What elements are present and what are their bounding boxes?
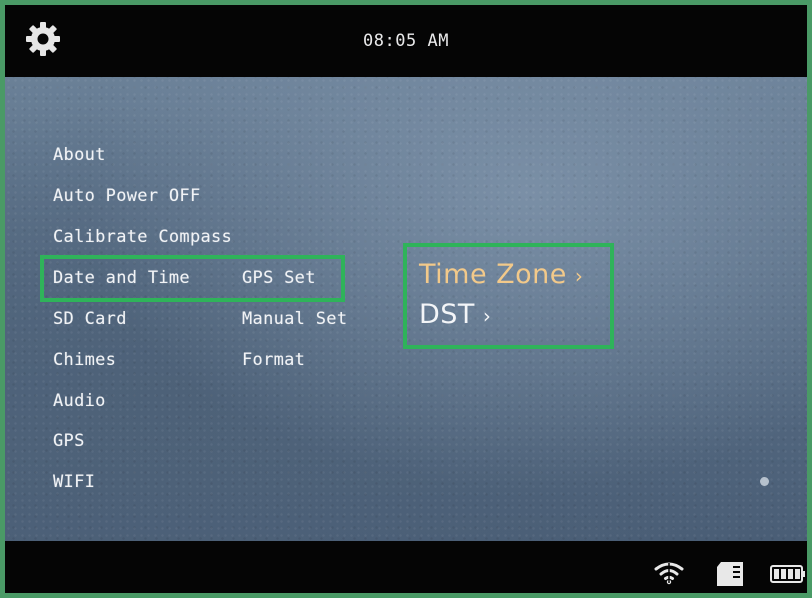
menu-item-calibrate-compass[interactable]: Calibrate Compass bbox=[53, 227, 232, 247]
option-dst-label: DST bbox=[419, 299, 475, 330]
menu-item-sd-card[interactable]: SD Card bbox=[53, 309, 127, 329]
top-status-bar: 08:05 AM bbox=[5, 5, 807, 77]
submenu-item-format[interactable]: Format bbox=[242, 350, 305, 370]
chevron-right-icon: › bbox=[482, 304, 492, 328]
option-time-zone-label: Time Zone bbox=[419, 259, 567, 290]
menu-item-gps[interactable]: GPS bbox=[53, 431, 85, 451]
menu-item-chimes[interactable]: Chimes bbox=[53, 350, 116, 370]
clock-time: 08:05 AM bbox=[363, 31, 449, 51]
option-dst[interactable]: DST › bbox=[419, 299, 491, 330]
option-time-zone[interactable]: Time Zone › bbox=[419, 259, 583, 290]
menu-item-audio[interactable]: Audio bbox=[53, 391, 106, 411]
wifi-icon bbox=[654, 562, 684, 585]
chevron-right-icon: › bbox=[574, 264, 584, 288]
bottom-status-bar bbox=[5, 541, 807, 593]
submenu-item-manual-set[interactable]: Manual Set bbox=[242, 309, 347, 329]
scroll-indicator-dot bbox=[760, 477, 769, 486]
selection-highlight-date-time bbox=[40, 255, 345, 302]
menu-item-auto-power-off[interactable]: Auto Power OFF bbox=[53, 186, 201, 206]
sd-card-icon bbox=[717, 562, 743, 586]
settings-screen: About Auto Power OFF Calibrate Compass D… bbox=[5, 77, 807, 541]
menu-item-about[interactable]: About bbox=[53, 145, 106, 165]
battery-icon bbox=[770, 565, 805, 583]
menu-item-wifi[interactable]: WIFI bbox=[53, 472, 95, 492]
